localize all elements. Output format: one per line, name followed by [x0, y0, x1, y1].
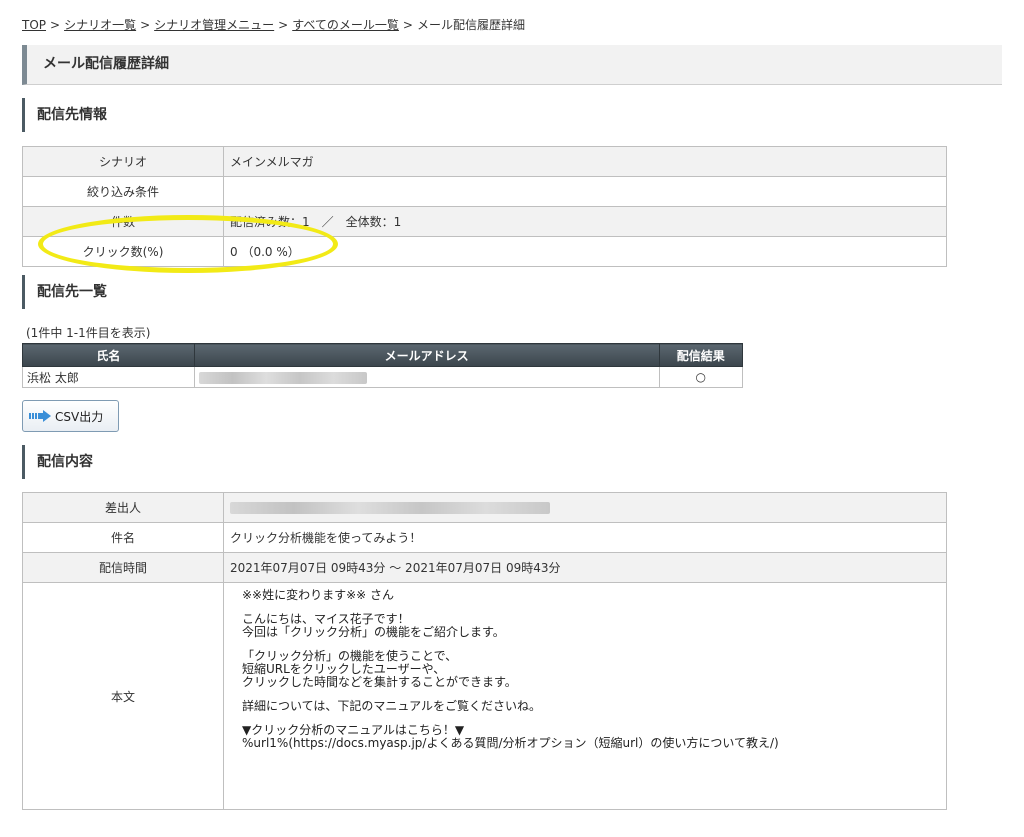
- breadcrumb-top[interactable]: TOP: [22, 18, 46, 32]
- body-value: ※※姓に変わります※※ さん こんにちは、マイス花子です！ 今回は「クリック分析…: [223, 582, 947, 810]
- table-row: 件数 配信済み数：1 ／ 全体数：1: [22, 206, 947, 237]
- body-paragraph: ▼クリック分析のマニュアルはこちら！▼ %url1%(https://docs.…: [242, 723, 779, 750]
- mail-body: ※※姓に変わります※※ さん こんにちは、マイス花子です！ 今回は「クリック分析…: [224, 583, 946, 750]
- body-paragraph: こんにちは、マイス花子です！ 今回は「クリック分析」の機能をご紹介します。: [242, 612, 505, 639]
- recipient-info-table: シナリオ メインメルマガ 絞り込み条件 件数 配信済み数：1 ／ 全体数：1 ク…: [22, 146, 947, 267]
- delivery-result: ○: [658, 366, 743, 388]
- scenario-value: メインメルマガ: [223, 146, 947, 177]
- table-row: 差出人: [22, 492, 947, 523]
- breadcrumb-all-mails[interactable]: すべてのメール一覧: [292, 18, 399, 32]
- table-row: 絞り込み条件: [22, 176, 947, 207]
- subject-label: 件名: [22, 522, 224, 553]
- recipient-name: 浜松 太郎: [22, 366, 195, 388]
- table-row: シナリオ メインメルマガ: [22, 146, 947, 177]
- breadcrumb-current: メール配信履歴詳細: [416, 18, 525, 32]
- breadcrumb-separator: >: [402, 18, 413, 32]
- filter-label: 絞り込み条件: [22, 176, 224, 207]
- click-count-value: 0 （0.0 %）: [223, 236, 947, 267]
- content-table: 差出人 件名 クリック分析機能を使ってみよう！ 配信時間 2021年07月07日…: [22, 492, 947, 810]
- table-row: 本文 ※※姓に変わります※※ さん こんにちは、マイス花子です！ 今回は「クリッ…: [22, 582, 947, 810]
- recipient-email-redacted: [193, 366, 660, 388]
- filter-value: [223, 176, 947, 207]
- table-row: 浜松 太郎 ○: [22, 366, 743, 388]
- breadcrumb-separator: >: [140, 18, 151, 32]
- sender-value-redacted: [223, 492, 947, 523]
- table-row: 配信時間 2021年07月07日 09時43分 ～ 2021年07月07日 09…: [22, 552, 947, 583]
- sender-label: 差出人: [22, 492, 224, 523]
- body-label: 本文: [22, 582, 224, 810]
- csv-export-label: CSV出力: [55, 409, 104, 424]
- breadcrumb-scenario-list[interactable]: シナリオ一覧: [64, 18, 136, 32]
- table-row: クリック数(%) 0 （0.0 %）: [22, 236, 947, 267]
- count-value: 配信済み数：1 ／ 全体数：1: [223, 206, 947, 237]
- csv-export-button[interactable]: CSV出力: [22, 400, 119, 432]
- arrow-right-icon: [29, 410, 51, 422]
- time-value: 2021年07月07日 09時43分 ～ 2021年07月07日 09時43分: [223, 552, 947, 583]
- recipient-list-title: 配信先一覧: [22, 275, 107, 309]
- breadcrumb: TOP > シナリオ一覧 > シナリオ管理メニュー > すべてのメール一覧 > メール配信履歴詳…: [22, 16, 525, 33]
- click-count-label: クリック数(%): [22, 236, 224, 267]
- recipient-list-table: 氏名 メールアドレス 配信結果 浜松 太郎 ○: [22, 343, 743, 388]
- body-paragraph: 詳細については、下記のマニュアルをご覧くださいね。: [242, 699, 542, 713]
- result-count-text: (1件中 1-1件目を表示): [26, 326, 151, 340]
- column-header-email[interactable]: メールアドレス: [193, 343, 660, 367]
- subject-value: クリック分析機能を使ってみよう！: [223, 522, 947, 553]
- body-paragraph: 「クリック分析」の機能を使うことで、 短縮URLをクリックしたユーザーや、 クリ…: [242, 649, 517, 689]
- column-header-name[interactable]: 氏名: [22, 343, 195, 367]
- table-header-row: 氏名 メールアドレス 配信結果: [22, 343, 743, 367]
- breadcrumb-scenario-menu[interactable]: シナリオ管理メニュー: [154, 18, 274, 32]
- breadcrumb-separator: >: [278, 18, 289, 32]
- time-label: 配信時間: [22, 552, 224, 583]
- count-label: 件数: [22, 206, 224, 237]
- breadcrumb-separator: >: [50, 18, 61, 32]
- page-title: メール配信履歴詳細: [22, 45, 1002, 85]
- body-paragraph: ※※姓に変わります※※ さん: [242, 588, 395, 602]
- recipient-info-title: 配信先情報: [22, 98, 107, 132]
- content-title: 配信内容: [22, 445, 93, 479]
- table-row: 件名 クリック分析機能を使ってみよう！: [22, 522, 947, 553]
- column-header-result[interactable]: 配信結果: [658, 343, 743, 367]
- scenario-label: シナリオ: [22, 146, 224, 177]
